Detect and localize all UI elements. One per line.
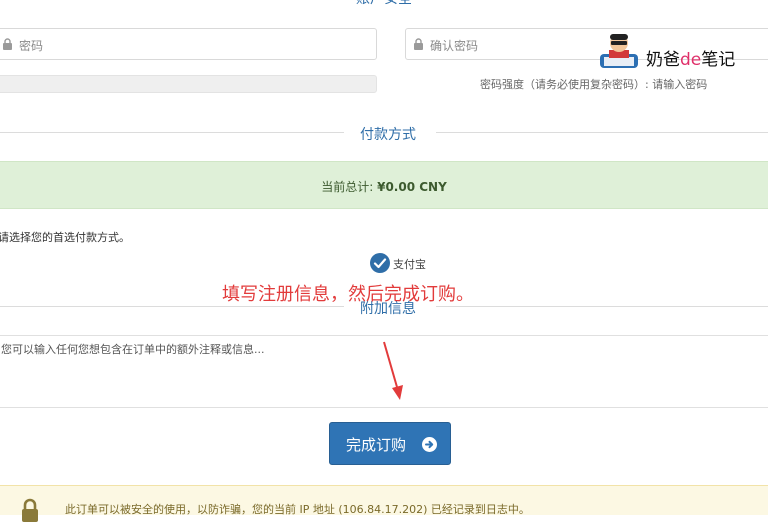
order-total-bar: 当前总计: ¥0.00 CNY bbox=[0, 161, 768, 209]
section-divider bbox=[0, 132, 344, 133]
annotation-arrow-icon bbox=[383, 341, 403, 400]
total-amount: ¥0.00 CNY bbox=[377, 180, 447, 194]
arrow-right-icon bbox=[422, 437, 437, 452]
lock-icon bbox=[3, 38, 12, 50]
password-field[interactable]: 密码 bbox=[0, 28, 377, 60]
notes-placeholder: 您可以输入任何您想包含在订单中的额外注释或信息... bbox=[1, 343, 265, 356]
password-strength-bar bbox=[0, 75, 377, 93]
password-placeholder: 密码 bbox=[19, 39, 44, 53]
security-notice-text: 此订单可以被安全的使用，以防诈骗，您的当前 IP 地址 (106.84.17.2… bbox=[65, 503, 530, 516]
avatar-icon bbox=[600, 34, 638, 68]
confirm-password-placeholder: 确认密码 bbox=[430, 39, 479, 53]
total-label: 当前总计: bbox=[321, 180, 374, 194]
payment-option-label[interactable]: 支付宝 bbox=[393, 256, 426, 272]
account-security-title: 账户安全 bbox=[0, 0, 768, 8]
payment-option-radio[interactable] bbox=[370, 253, 390, 273]
order-total: 当前总计: ¥0.00 CNY bbox=[0, 178, 768, 195]
lock-icon bbox=[22, 498, 38, 522]
complete-order-button[interactable]: 完成订购 bbox=[329, 422, 451, 465]
payment-method-title: 付款方式 bbox=[360, 127, 416, 143]
annotation-text: 填写注册信息，然后完成订购。 bbox=[222, 284, 474, 305]
watermark-text: 奶爸de笔记 bbox=[646, 50, 736, 70]
complete-order-label: 完成订购 bbox=[346, 436, 407, 454]
password-strength-text: 密码强度（请务必使用复杂密码）: 请输入密码 bbox=[480, 78, 708, 91]
payment-instruction: 请选择您的首选付款方式。 bbox=[0, 231, 130, 244]
check-icon bbox=[373, 258, 387, 269]
security-notice: 此订单可以被安全的使用，以防诈骗，您的当前 IP 地址 (106.84.17.2… bbox=[0, 485, 768, 522]
section-divider bbox=[0, 306, 344, 307]
section-divider bbox=[436, 132, 768, 133]
lock-icon bbox=[414, 38, 423, 50]
section-divider bbox=[436, 306, 768, 307]
